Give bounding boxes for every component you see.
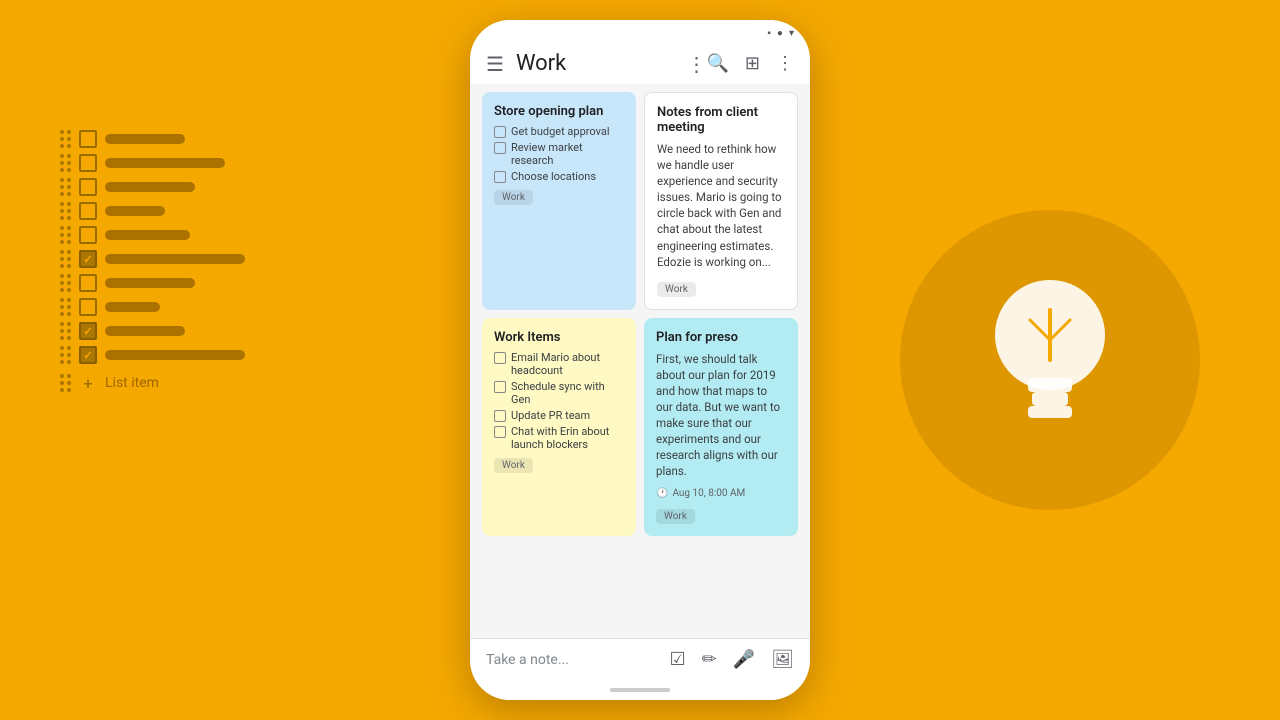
list-row: [60, 226, 245, 244]
app-title: Work: [516, 51, 566, 76]
list-bar: [105, 350, 245, 360]
wifi-icon: ▾: [789, 28, 794, 39]
list-bar: [105, 254, 245, 264]
image-icon[interactable]: 🖼: [771, 649, 794, 670]
notes-area: Store opening plan Get budget approval R…: [470, 84, 810, 638]
list-bar: [105, 158, 225, 168]
note-work-title: Work Items: [494, 330, 624, 345]
notes-grid: Store opening plan Get budget approval R…: [482, 92, 798, 536]
add-item-row[interactable]: + List item: [60, 374, 245, 392]
note-preso-tag: Work: [656, 509, 695, 524]
note-preso-body: First, we should talk about our plan for…: [656, 351, 786, 480]
home-bar-indicator: [610, 688, 670, 692]
layout-icon[interactable]: ⊞: [745, 53, 760, 74]
search-icon[interactable]: 🔍: [706, 53, 728, 74]
list-checkbox[interactable]: [79, 274, 97, 292]
note-plan-preso[interactable]: Plan for preso First, we should talk abo…: [644, 318, 798, 536]
list-checkbox[interactable]: [79, 322, 97, 340]
note-client-body: We need to rethink how we handle user ex…: [657, 141, 785, 270]
list-row: [60, 130, 245, 148]
list-row: [60, 250, 245, 268]
list-row: [60, 274, 245, 292]
note-item-sync: Schedule sync with Gen: [494, 380, 624, 406]
note-tag-work: Work: [494, 190, 533, 205]
phone-home-bar: [470, 680, 810, 700]
note-client-tag: Work: [657, 282, 696, 297]
checkbox-icon[interactable]: ☑: [669, 649, 685, 670]
drag-dots: [60, 374, 71, 392]
list-bar: [105, 182, 195, 192]
drag-dots: [60, 202, 71, 220]
note-work-items[interactable]: Work Items Email Mario about headcount S…: [482, 318, 636, 536]
note-client-title: Notes from client meeting: [657, 105, 785, 135]
list-checkbox[interactable]: [79, 346, 97, 364]
note-item-pr: Update PR team: [494, 409, 624, 422]
drag-dots: [60, 226, 71, 244]
overflow-icon[interactable]: ⋮: [776, 53, 794, 74]
note-item-review: Review market research: [494, 141, 624, 167]
signal-icon: ●: [777, 28, 783, 39]
header-more-icon[interactable]: ⋮: [686, 52, 706, 76]
list-bar: [105, 326, 185, 336]
note-store-opening[interactable]: Store opening plan Get budget approval R…: [482, 92, 636, 310]
draw-icon[interactable]: ✏: [702, 649, 717, 670]
drag-dots: [60, 154, 71, 172]
list-bar: [105, 230, 190, 240]
list-checkbox[interactable]: [79, 250, 97, 268]
list-checkbox[interactable]: [79, 298, 97, 316]
note-item-budget: Get budget approval: [494, 125, 624, 138]
drag-dots: [60, 346, 71, 364]
add-item-label: List item: [105, 375, 159, 391]
list-row: [60, 322, 245, 340]
list-checkbox[interactable]: [79, 202, 97, 220]
note-item-erin: Chat with Erin about launch blockers: [494, 425, 624, 451]
bottom-bar: Take a note... ☑ ✏ 🎤 🖼: [470, 638, 810, 680]
list-checkbox[interactable]: [79, 226, 97, 244]
plus-icon[interactable]: +: [79, 374, 97, 392]
bulb-decoration: [900, 210, 1200, 510]
note-item-locations: Choose locations: [494, 170, 624, 183]
list-row: [60, 154, 245, 172]
note-client-meeting[interactable]: Notes from client meeting We need to ret…: [644, 92, 798, 310]
note-item-email: Email Mario about headcount: [494, 351, 624, 377]
drag-dots: [60, 274, 71, 292]
note-preso-timestamp: 🕐 Aug 10, 8:00 AM: [656, 488, 786, 499]
note-store-title: Store opening plan: [494, 104, 624, 119]
status-bar: ▪ ● ▾: [470, 20, 810, 47]
list-bar: [105, 278, 195, 288]
battery-icon: ▪: [767, 28, 771, 39]
bottom-icons: ☑ ✏ 🎤 🖼: [669, 649, 794, 670]
list-row: [60, 178, 245, 196]
drag-dots: [60, 250, 71, 268]
take-note-placeholder[interactable]: Take a note...: [486, 652, 669, 668]
drag-dots: [60, 178, 71, 196]
list-bar: [105, 206, 165, 216]
phone-mockup: ▪ ● ▾ ☰ Work ⋮ 🔍 ⊞ ⋮ Store opening plan …: [470, 20, 810, 700]
left-list: + List item: [60, 130, 245, 392]
list-bar: [105, 134, 185, 144]
list-row: [60, 202, 245, 220]
note-work-tag: Work: [494, 458, 533, 473]
list-row: [60, 346, 245, 364]
list-checkbox[interactable]: [79, 178, 97, 196]
hamburger-menu-icon[interactable]: ☰: [486, 52, 504, 76]
drag-dots: [60, 130, 71, 148]
app-header: ☰ Work ⋮ 🔍 ⊞ ⋮: [470, 47, 810, 84]
list-row: [60, 298, 245, 316]
drag-dots: [60, 322, 71, 340]
list-bar: [105, 302, 160, 312]
drag-dots: [60, 298, 71, 316]
mic-icon[interactable]: 🎤: [733, 649, 755, 670]
list-checkbox[interactable]: [79, 130, 97, 148]
list-checkbox[interactable]: [79, 154, 97, 172]
note-preso-title: Plan for preso: [656, 330, 786, 345]
